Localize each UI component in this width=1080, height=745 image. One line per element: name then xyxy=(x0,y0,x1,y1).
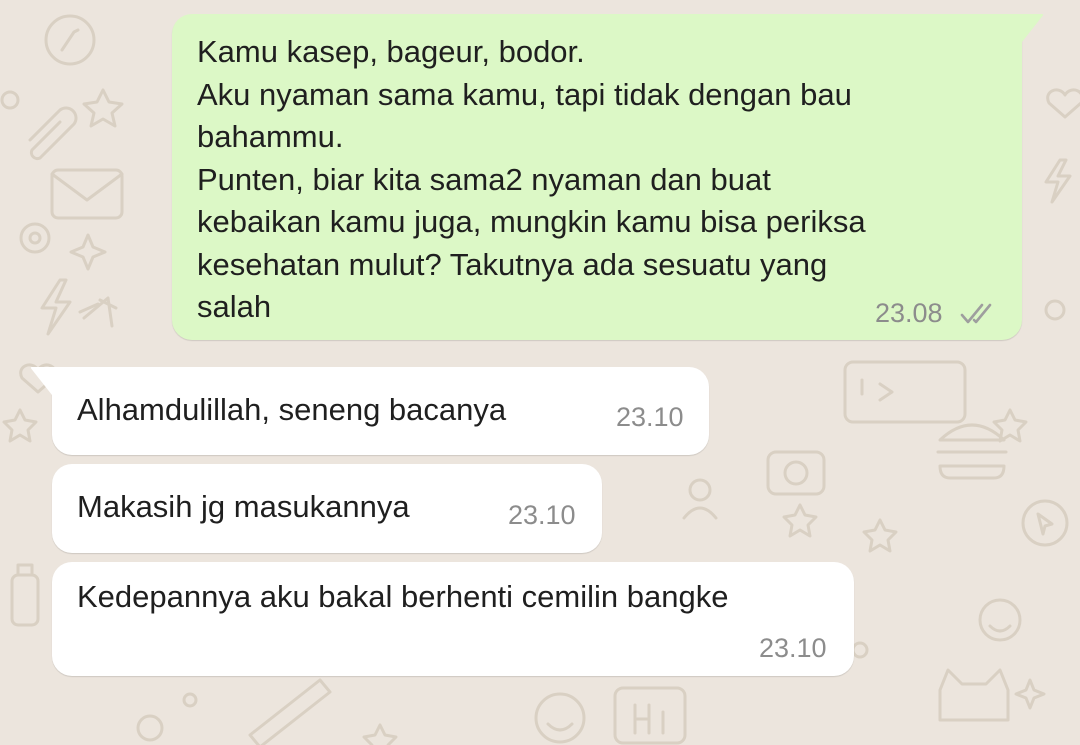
people-doodle xyxy=(682,478,718,520)
message-timestamp: 23.08 xyxy=(875,298,943,328)
sparkle-doodle-2 xyxy=(1014,678,1046,710)
gear-doodle xyxy=(19,222,51,254)
burger-doodle xyxy=(936,423,1008,480)
message-text: Makasih jg masukannya xyxy=(77,489,410,524)
star-doodle xyxy=(82,88,124,128)
message-text-line: Kamu kasep, bageur, bodor. xyxy=(197,34,585,69)
heart-doodle-2 xyxy=(1046,88,1080,119)
message-text-line: bahammu. xyxy=(197,119,344,154)
cursor-doodle xyxy=(1021,499,1069,547)
ring-doodle-3 xyxy=(851,641,869,659)
smile-doodle-2 xyxy=(978,598,1022,642)
message-text-line: Punten, biar kita sama2 nyaman dan buat xyxy=(197,161,771,197)
lightning-doodle-2 xyxy=(1044,158,1072,204)
star-doodle-2 xyxy=(2,408,38,443)
star-doodle-5 xyxy=(782,503,818,538)
message-text-line: Aku nyaman sama kamu, tapi tidak dengan … xyxy=(197,76,852,112)
outgoing-message[interactable]: Kamu kasep, bageur, bodor. Aku nyaman sa… xyxy=(172,14,1044,340)
message-timestamp: 23.10 xyxy=(508,500,576,530)
pencil-doodle xyxy=(248,678,332,745)
bubble-doodle xyxy=(136,714,164,742)
cat-doodle xyxy=(938,668,1010,722)
hi-doodle xyxy=(613,686,687,745)
bubble-tail xyxy=(30,367,54,395)
message-timestamp: 23.10 xyxy=(759,633,827,663)
message-timestamp: 23.10 xyxy=(616,402,684,432)
incoming-message[interactable]: Alhamdulillah, seneng bacanya 23.10 xyxy=(30,367,709,455)
incoming-message[interactable]: Kedepannya aku bakal berhenti cemilin ba… xyxy=(52,562,854,676)
lightning-doodle xyxy=(40,278,72,336)
smile-doodle xyxy=(534,692,586,744)
message-text: Alhamdulillah, seneng bacanya xyxy=(77,392,507,427)
message-text-line: kebaikan kamu juga, mungkin kamu bisa pe… xyxy=(197,204,866,239)
message-text: Kedepannya aku bakal berhenti cemilin ba… xyxy=(77,579,729,614)
star-doodle-3 xyxy=(362,723,398,745)
incoming-message[interactable]: Makasih jg masukannya 23.10 xyxy=(52,464,602,553)
keyboard-doodle xyxy=(843,360,967,424)
envelope-doodle xyxy=(50,168,124,220)
paperclip-doodle xyxy=(28,106,78,161)
bubble-doodle-2 xyxy=(182,692,198,708)
message-text-line: kesehatan mulut? Takutnya ada sesuatu ya… xyxy=(197,246,828,282)
ring-doodle xyxy=(0,90,20,110)
sparkle-doodle xyxy=(69,233,107,271)
message-text-line: salah xyxy=(197,289,272,324)
plane-doodle xyxy=(78,296,118,328)
star-doodle-6 xyxy=(862,518,898,553)
camera-doodle xyxy=(766,450,826,496)
bottle-doodle xyxy=(10,563,40,627)
bubble-tail xyxy=(1020,14,1044,42)
double-check-icon xyxy=(960,303,992,324)
ring-doodle-2 xyxy=(1044,299,1066,321)
compass-doodle xyxy=(44,14,96,66)
